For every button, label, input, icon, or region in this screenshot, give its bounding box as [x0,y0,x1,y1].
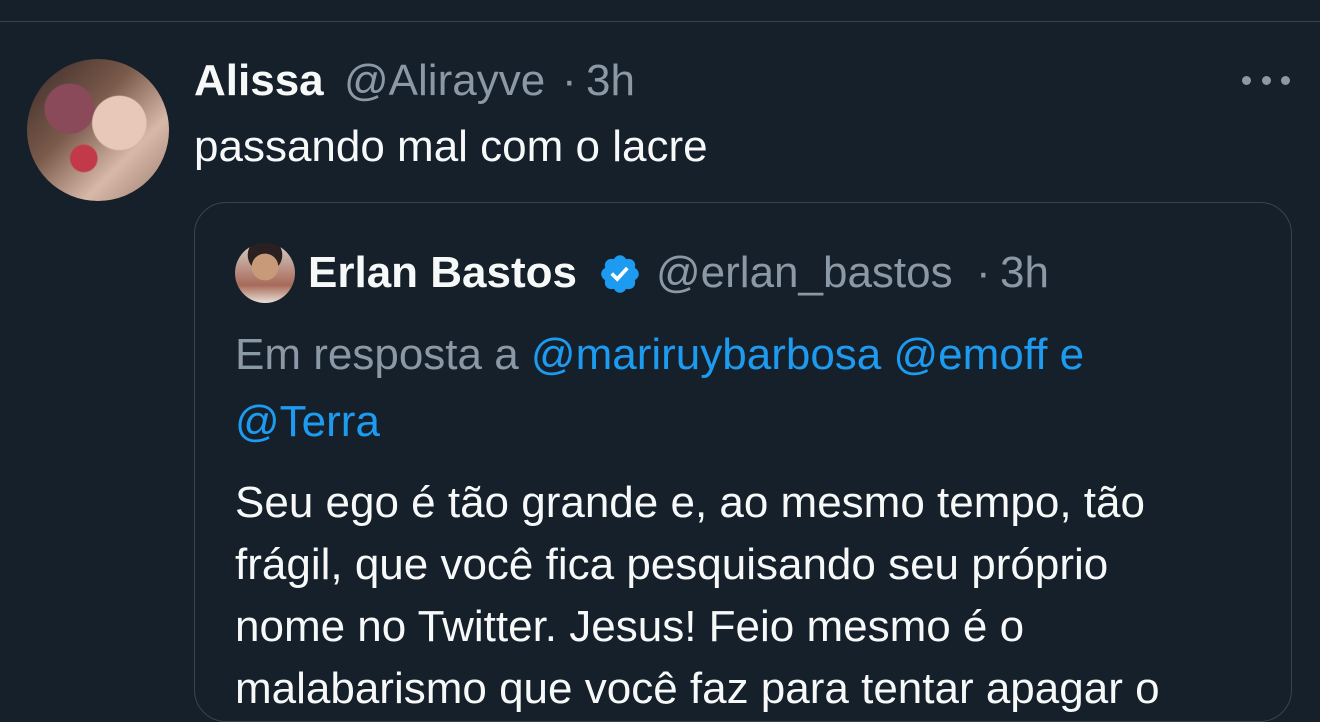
quoted-text-line: nome no Twitter. Jesus! Feio mesmo é o [235,602,1025,651]
mention-link[interactable]: @mariruybarbosa [531,330,881,379]
quoted-author-handle: @erlan_bastos [656,248,953,297]
quoted-author-avatar [235,243,295,303]
quoted-author-display-name: Erlan Bastos [308,248,577,297]
reply-context: Em resposta a @mariruybarbosa @emoff e [235,328,1084,382]
tweet-timestamp[interactable]: 3h [586,56,635,106]
reply-context-continued: @Terra [235,395,380,449]
author-handle[interactable]: @Alirayve [344,56,545,106]
author-display-name[interactable]: Alissa [194,56,324,106]
more-dot [1281,75,1290,85]
verified-badge-icon [601,255,639,293]
quoted-text-line: frágil, que você fica pesquisando seu pr… [235,540,1109,589]
quoted-tweet-text: Seu ego é tão grande e, ao mesmo tempo, … [235,472,1275,720]
more-options-icon[interactable] [1242,66,1290,94]
mention-link[interactable]: @Terra [235,397,380,446]
quoted-text-line: malabarismo que você faz para tentar apa… [235,664,1160,713]
reply-prefix: Em resposta a [235,330,519,379]
more-dot [1261,75,1271,85]
top-divider [0,21,1320,22]
mention-joiner: e [1059,330,1085,379]
mention-link[interactable]: @emoff [894,330,1048,379]
author-avatar[interactable] [27,59,169,201]
quoted-timestamp: 3h [1000,248,1049,297]
tweet-text: passando mal com o lacre [194,122,708,171]
quoted-text-line: Seu ego é tão grande e, ao mesmo tempo, … [235,478,1145,527]
more-dot [1242,75,1251,85]
quoted-meta-separator: · [976,248,991,297]
meta-separator: · [562,56,577,105]
